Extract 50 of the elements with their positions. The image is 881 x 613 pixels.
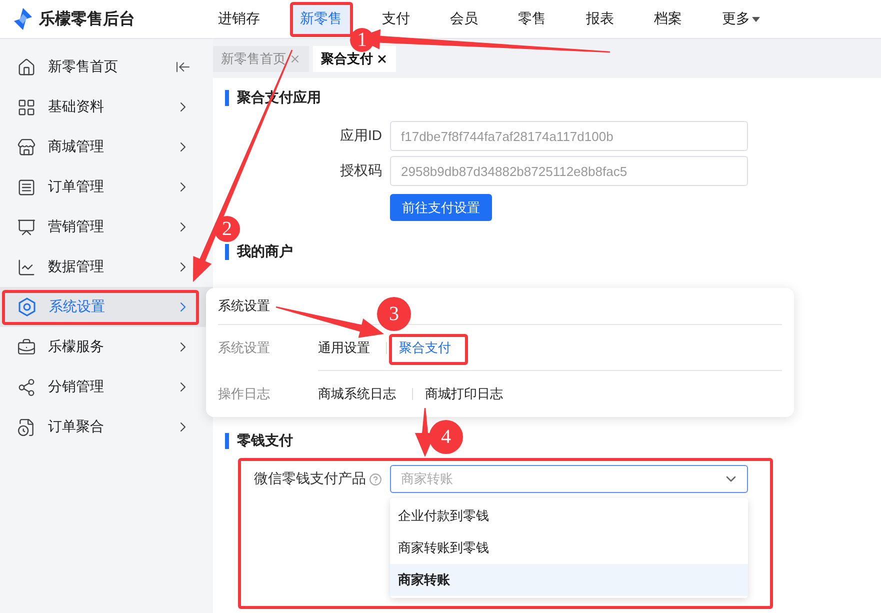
highlight-frame bbox=[290, 2, 353, 37]
settings-icon bbox=[17, 297, 37, 317]
group-label: 系统设置 bbox=[218, 339, 271, 357]
collapse-icon[interactable] bbox=[175, 59, 191, 75]
presentation-icon bbox=[17, 218, 36, 236]
dropdown-option[interactable]: 商家转账 bbox=[390, 564, 748, 596]
sidebar-item[interactable]: 乐檬服务 bbox=[0, 327, 213, 367]
sidebar-item[interactable]: 订单管理 bbox=[0, 167, 213, 207]
section-heading: 零钱支付 bbox=[237, 432, 293, 450]
sidebar-item[interactable]: 订单聚合 bbox=[0, 407, 213, 447]
briefcase-icon bbox=[17, 338, 36, 356]
menu-link[interactable]: 商城打印日志 bbox=[421, 385, 507, 403]
file-clock-icon bbox=[17, 418, 36, 436]
close-icon[interactable] bbox=[376, 53, 388, 65]
nav-tab[interactable]: 会员 bbox=[442, 9, 486, 29]
logo-icon bbox=[13, 8, 33, 30]
nav-tab[interactable]: 进销存 bbox=[210, 9, 268, 29]
dropdown-option[interactable]: 企业付款到零钱 bbox=[390, 500, 748, 532]
nav-tab[interactable]: 零售 bbox=[510, 9, 554, 29]
grid-icon bbox=[17, 98, 36, 116]
nav-tab[interactable]: 新零售 bbox=[292, 4, 350, 34]
sidebar-item[interactable]: 商城管理 bbox=[0, 127, 213, 167]
section-heading: 我的商户 bbox=[237, 243, 293, 261]
help-icon bbox=[369, 472, 382, 486]
nav-tab[interactable]: 报表 bbox=[578, 9, 622, 29]
nav-tab[interactable]: 更多 bbox=[714, 9, 768, 29]
sidebar-item[interactable]: 数据管理 bbox=[0, 247, 213, 287]
menu-link[interactable]: 聚合支付 bbox=[395, 338, 455, 356]
sidebar-item[interactable]: 基础资料 bbox=[0, 87, 213, 127]
popover-title: 系统设置 bbox=[218, 297, 270, 315]
home-icon bbox=[17, 58, 36, 76]
nav-tab[interactable]: 支付 bbox=[374, 9, 418, 29]
list-icon bbox=[17, 178, 36, 196]
share-icon bbox=[17, 378, 36, 396]
app-title: 乐檬零售后台 bbox=[39, 9, 135, 30]
sidebar-item[interactable]: 分销管理 bbox=[0, 367, 213, 407]
field-label: 微信零钱支付产品 bbox=[254, 470, 366, 488]
payment-settings-button[interactable]: 前往支付设置 bbox=[390, 194, 492, 221]
line-chart-icon bbox=[17, 258, 36, 276]
sidebar-item[interactable]: 新零售首页 bbox=[0, 47, 213, 87]
menu-link[interactable]: 商城系统日志 bbox=[314, 385, 400, 403]
dropdown-option[interactable]: 商家转账到零钱 bbox=[390, 532, 748, 564]
menu-link[interactable]: 通用设置 bbox=[314, 338, 374, 356]
page-tab[interactable]: 聚合支付 bbox=[313, 46, 396, 72]
nav-tab[interactable]: 档案 bbox=[646, 9, 690, 29]
group-label: 操作日志 bbox=[218, 385, 271, 403]
store-icon bbox=[17, 138, 36, 156]
field-label: 授权码 bbox=[339, 162, 382, 180]
sidebar-item[interactable]: 营销管理 bbox=[0, 207, 213, 247]
field-label: 应用ID bbox=[339, 127, 382, 145]
